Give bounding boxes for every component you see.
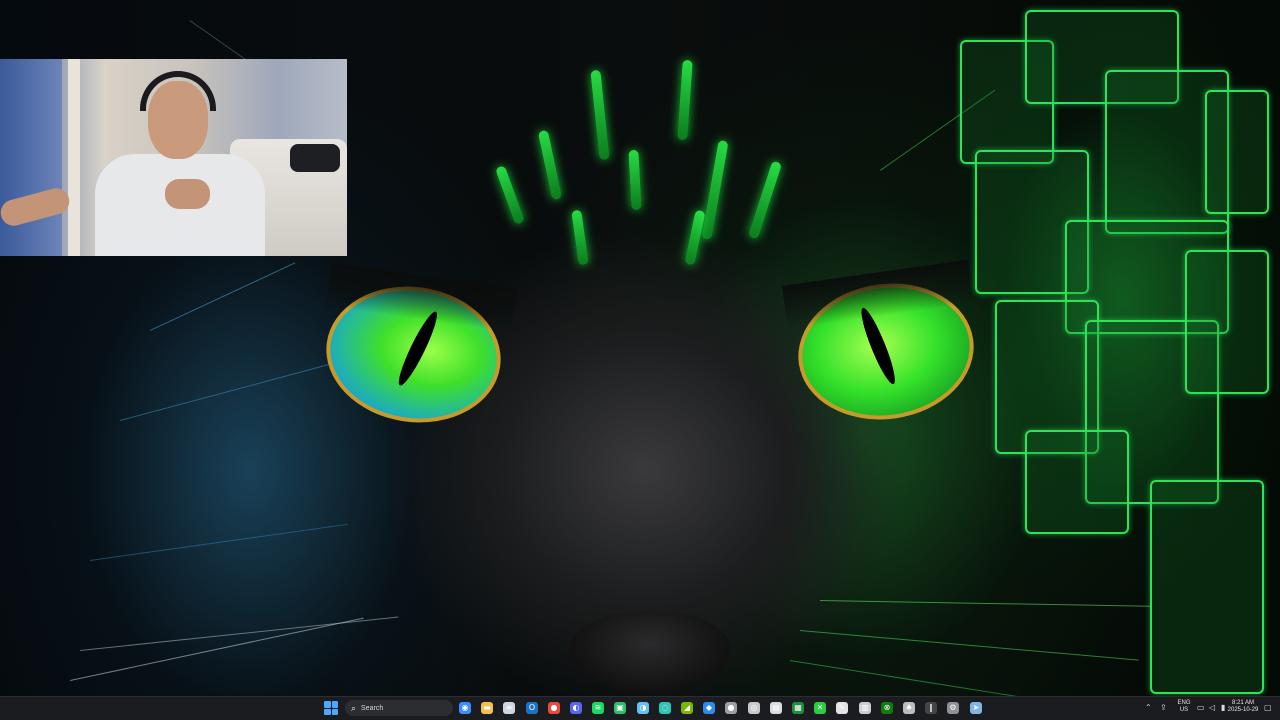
mic-icon[interactable]: ❙ — [925, 702, 937, 714]
obs-icon[interactable]: ◎ — [748, 702, 760, 714]
door-frame — [68, 59, 80, 256]
fur-strand — [120, 363, 333, 421]
start-button[interactable] — [324, 701, 338, 715]
settings-icon[interactable]: ⚙ — [947, 702, 959, 714]
fur-strand — [150, 262, 296, 331]
windows-logo-tile — [331, 708, 338, 715]
battery-icon[interactable]: ▮ — [1221, 703, 1225, 712]
photos-icon[interactable]: ▤ — [770, 702, 782, 714]
search-box[interactable]: ⌕ Search — [345, 700, 453, 716]
windows-logo-tile — [324, 701, 331, 708]
whisker-left — [80, 616, 399, 651]
search-icon: ⌕ — [351, 702, 357, 713]
desktop-wallpaper — [0, 0, 1280, 696]
chevron-up-icon[interactable]: ⌃ — [1145, 703, 1152, 712]
forehead-stripe — [677, 59, 693, 141]
snipping-icon[interactable]: ✎ — [836, 702, 848, 714]
forehead-stripe — [628, 149, 642, 211]
nvidia-icon[interactable]: ◢ — [681, 702, 693, 714]
spotify-icon[interactable]: ≋ — [592, 702, 604, 714]
monitor-icon[interactable]: ▭ — [1197, 703, 1205, 712]
headset-icon[interactable]: ♠ — [903, 702, 915, 714]
language-top: ENG — [1177, 700, 1191, 706]
copilot-icon[interactable]: ◉ — [459, 702, 471, 714]
volume-icon[interactable]: ◁ — [1209, 703, 1215, 712]
forehead-stripe — [537, 129, 563, 201]
circuit-block — [1205, 90, 1269, 214]
terminal-icon[interactable]: ▣ — [614, 702, 626, 714]
forehead-stripe — [571, 209, 589, 266]
right-cat-eye — [781, 259, 983, 431]
network-icon[interactable]: ⇪ — [1160, 703, 1167, 712]
bag — [290, 144, 340, 172]
left-cat-eye — [317, 262, 518, 434]
calculator-icon[interactable]: ▥ — [859, 702, 871, 714]
clock-date: 2025-10-29 — [1227, 707, 1259, 713]
file-explorer-icon[interactable]: ▬ — [481, 702, 493, 714]
windows-logo-tile — [331, 701, 338, 708]
clock[interactable]: 8:21 AM 2025-10-29 — [1226, 700, 1260, 714]
steam-icon[interactable]: ◑ — [637, 702, 649, 714]
forehead-stripe — [495, 165, 525, 225]
search-placeholder: Search — [361, 704, 384, 712]
xbox-app-icon[interactable]: ⊗ — [881, 702, 893, 714]
xbox-icon[interactable]: ✕ — [814, 702, 826, 714]
clock-time: 8:21 AM — [1231, 700, 1254, 706]
sheets-icon[interactable]: ▦ — [792, 702, 804, 714]
fur-strand — [90, 523, 348, 561]
language-bottom: US — [1179, 707, 1189, 713]
blue-wall — [0, 59, 62, 256]
notification-icon[interactable]: ▢ — [1264, 703, 1272, 712]
forehead-stripe — [701, 139, 729, 241]
vscode-icon[interactable]: ◆ — [703, 702, 715, 714]
forehead-stripe — [747, 160, 783, 240]
circuit-block — [1185, 250, 1269, 394]
github-icon[interactable]: ● — [725, 702, 737, 714]
edge-icon[interactable]: ◌ — [659, 702, 671, 714]
steam-app-icon[interactable]: ➤ — [970, 702, 982, 714]
chrome-icon[interactable]: ● — [548, 702, 560, 714]
circuit-block — [1025, 430, 1129, 534]
discord-icon[interactable]: ◐ — [570, 702, 582, 714]
cat-nose — [570, 612, 730, 692]
outlook-icon[interactable]: O — [526, 702, 538, 714]
webcam-overlay — [0, 59, 347, 256]
notepad-icon[interactable]: ≡ — [503, 702, 515, 714]
windows-logo-tile — [324, 708, 331, 715]
forehead-stripe — [590, 69, 610, 161]
circuit-block — [1150, 480, 1264, 694]
language-indicator[interactable]: ENG US — [1176, 700, 1192, 714]
headphones — [140, 71, 216, 111]
person-hand — [165, 179, 210, 209]
whisker-left — [70, 617, 364, 681]
taskbar: ⌕ Search ◉ ▬ ≡ O ● ◐ ≋ ▣ ◑ ◌ ◢ ◆ ● ◎ ▤ ▦ ✕ ✎ ▥ ⊗ ♠ ❙ ⚙ ➤ ⌃ ⇪ EN… — [0, 696, 1280, 720]
circuit-pattern — [955, 0, 1280, 696]
